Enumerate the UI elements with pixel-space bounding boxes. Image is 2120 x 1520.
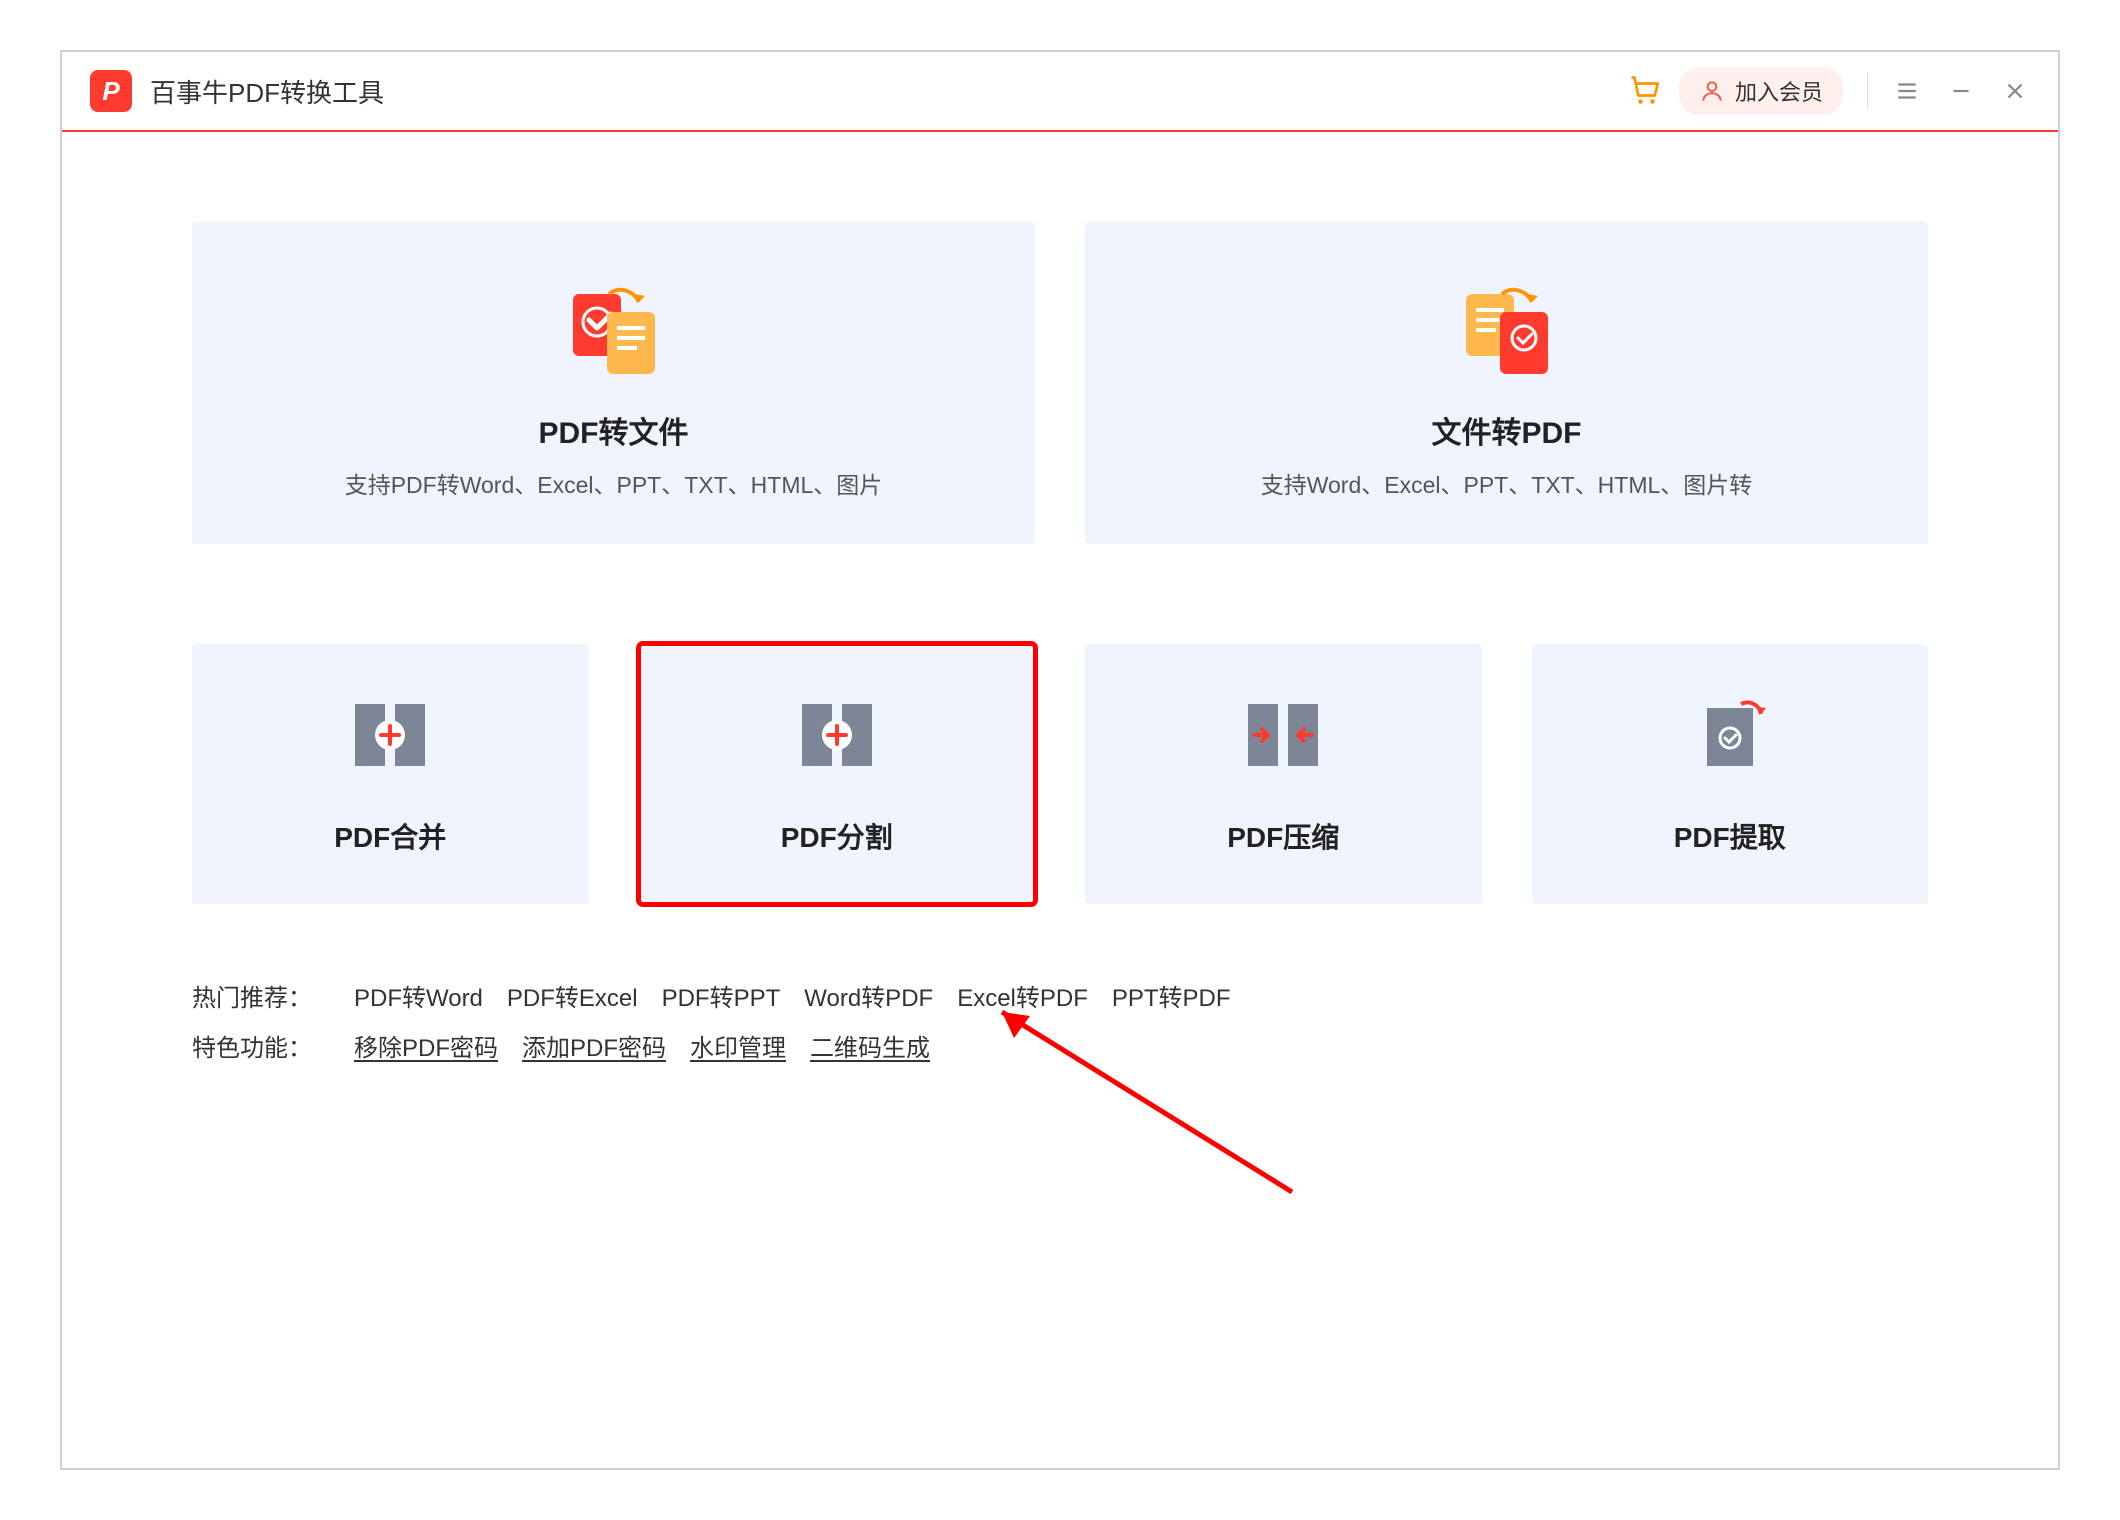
- link-add-password[interactable]: 添加PDF密码: [522, 1024, 666, 1074]
- link-ppt-to-pdf[interactable]: PPT转PDF: [1112, 974, 1231, 1024]
- link-word-to-pdf[interactable]: Word转PDF: [804, 974, 933, 1024]
- divider: [1867, 73, 1868, 109]
- card-title: 文件转PDF: [1432, 408, 1582, 452]
- card-pdf-split[interactable]: PDF分割: [639, 644, 1036, 904]
- app-window: P 百事牛PDF转换工具 加入会员: [60, 50, 2060, 1470]
- card-title: PDF压缩: [1227, 816, 1339, 856]
- card-file-to-pdf[interactable]: 文件转PDF 支持Word、Excel、PPT、TXT、HTML、图片转: [1085, 222, 1928, 544]
- link-pdf-to-ppt[interactable]: PDF转PPT: [662, 974, 781, 1024]
- card-desc: 支持Word、Excel、PPT、TXT、HTML、图片转: [1261, 466, 1753, 500]
- menu-icon[interactable]: [1892, 76, 1922, 106]
- pdf-to-file-icon: [561, 276, 667, 382]
- cart-icon[interactable]: [1627, 73, 1663, 109]
- card-title: PDF提取: [1674, 816, 1786, 856]
- footer-links: 热门推荐： PDF转Word PDF转Excel PDF转PPT Word转PD…: [192, 974, 1928, 1075]
- link-pdf-to-word[interactable]: PDF转Word: [354, 974, 483, 1024]
- user-icon: [1699, 78, 1725, 104]
- join-member-button[interactable]: 加入会员: [1679, 67, 1843, 115]
- card-pdf-to-file[interactable]: PDF转文件 支持PDF转Word、Excel、PPT、TXT、HTML、图片: [192, 222, 1035, 544]
- card-title: PDF合并: [334, 816, 446, 856]
- card-desc: 支持PDF转Word、Excel、PPT、TXT、HTML、图片: [345, 466, 883, 500]
- card-pdf-compress[interactable]: PDF压缩: [1085, 644, 1482, 904]
- link-excel-to-pdf[interactable]: Excel转PDF: [957, 974, 1088, 1024]
- footer-special-row: 特色功能： 移除PDF密码 添加PDF密码 水印管理 二维码生成: [192, 1024, 1928, 1074]
- minimize-icon[interactable]: [1946, 76, 1976, 106]
- footer-special-label: 特色功能：: [192, 1024, 322, 1074]
- link-watermark[interactable]: 水印管理: [690, 1024, 786, 1074]
- content-area: PDF转文件 支持PDF转Word、Excel、PPT、TXT、HTML、图片: [62, 132, 2058, 1468]
- link-qrcode[interactable]: 二维码生成: [810, 1024, 930, 1074]
- app-logo-icon: P: [90, 70, 132, 112]
- card-title: PDF转文件: [539, 408, 689, 452]
- card-pdf-extract[interactable]: PDF提取: [1532, 644, 1929, 904]
- footer-popular-items: PDF转Word PDF转Excel PDF转PPT Word转PDF Exce…: [354, 974, 1231, 1024]
- small-cards-row: PDF合并 PDF分割: [192, 644, 1928, 904]
- link-remove-password[interactable]: 移除PDF密码: [354, 1024, 498, 1074]
- titlebar-right: 加入会员: [1627, 67, 2030, 115]
- footer-special-items: 移除PDF密码 添加PDF密码 水印管理 二维码生成: [354, 1024, 930, 1074]
- footer-popular-label: 热门推荐：: [192, 974, 322, 1024]
- card-pdf-merge[interactable]: PDF合并: [192, 644, 589, 904]
- app-title: 百事牛PDF转换工具: [150, 73, 384, 110]
- link-pdf-to-excel[interactable]: PDF转Excel: [507, 974, 638, 1024]
- member-label: 加入会员: [1735, 75, 1823, 107]
- close-icon[interactable]: [2000, 76, 2030, 106]
- pdf-compress-icon: [1238, 698, 1328, 772]
- pdf-merge-icon: [345, 698, 435, 772]
- pdf-extract-icon: [1685, 698, 1775, 772]
- file-to-pdf-icon: [1454, 276, 1560, 382]
- big-cards-row: PDF转文件 支持PDF转Word、Excel、PPT、TXT、HTML、图片: [192, 222, 1928, 544]
- card-title: PDF分割: [781, 816, 893, 856]
- titlebar: P 百事牛PDF转换工具 加入会员: [62, 52, 2058, 132]
- window-controls: [1892, 76, 2030, 106]
- footer-popular-row: 热门推荐： PDF转Word PDF转Excel PDF转PPT Word转PD…: [192, 974, 1928, 1024]
- pdf-split-icon: [792, 698, 882, 772]
